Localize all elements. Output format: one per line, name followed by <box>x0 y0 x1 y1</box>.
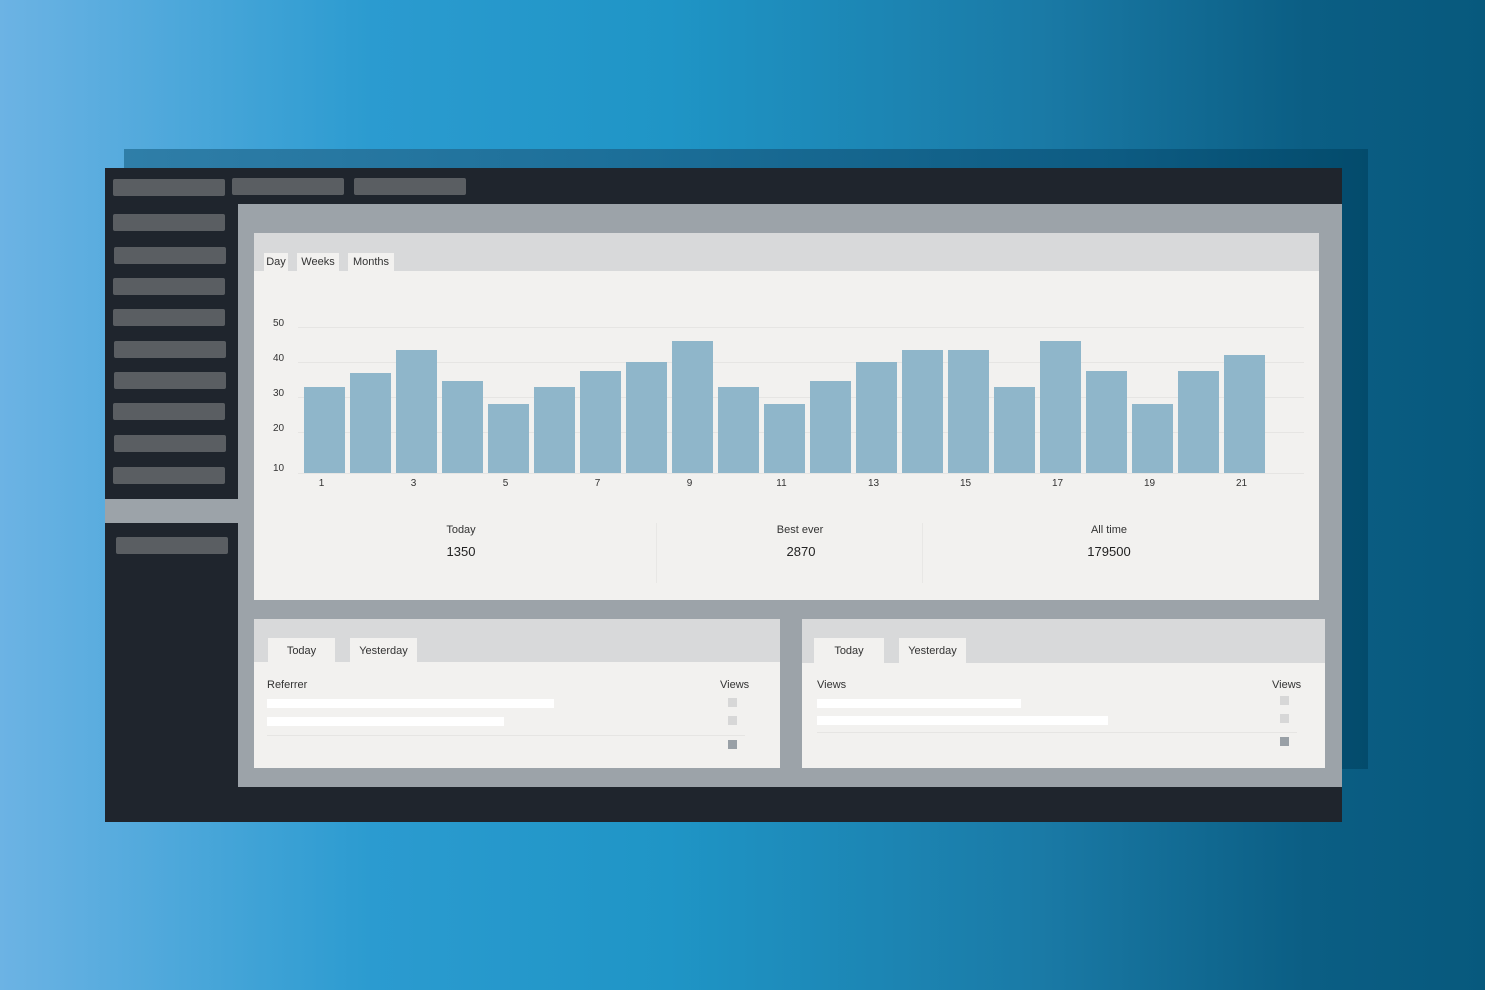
stat-best-label: Best ever <box>776 524 824 536</box>
views-column-header: Views <box>720 679 750 691</box>
x-tick-label: 3 <box>410 478 417 489</box>
x-tick-label: 5 <box>502 478 509 489</box>
main-content: Day Weeks Months 50 40 30 20 10 1 3 5 7 9 11 1… <box>238 204 1342 787</box>
bar-5[interactable] <box>488 404 529 473</box>
views-right-column-header: Views <box>1272 679 1302 691</box>
referrer-row-placeholder[interactable] <box>267 699 554 708</box>
views-value-placeholder <box>728 698 737 707</box>
tab-yesterday[interactable]: Yesterday <box>350 638 417 662</box>
views-value-placeholder <box>1280 714 1289 723</box>
bar-16[interactable] <box>994 386 1035 473</box>
sidebar-item-5[interactable] <box>114 341 226 358</box>
y-tick-label: 40 <box>273 353 285 364</box>
bar-21[interactable] <box>1224 355 1265 473</box>
bar-9[interactable] <box>672 341 713 473</box>
bar-10[interactable] <box>718 386 759 473</box>
bar-6[interactable] <box>534 386 575 473</box>
sidebar-item-2[interactable] <box>114 247 226 264</box>
referrer-card-header: Today Yesterday <box>254 619 780 662</box>
gridline <box>298 473 1304 474</box>
gridline <box>298 327 1304 328</box>
bar-20[interactable] <box>1178 370 1219 473</box>
bar-8[interactable] <box>626 362 667 473</box>
referrer-card: Today Yesterday Referrer Views <box>254 619 780 768</box>
app-window: Day Weeks Months 50 40 30 20 10 1 3 5 7 9 11 1… <box>105 168 1342 822</box>
y-tick-label: 20 <box>273 423 285 434</box>
stat-today-value: 1350 <box>446 544 476 559</box>
tab-today[interactable]: Today <box>268 638 335 662</box>
x-tick-label: 9 <box>686 478 693 489</box>
referrer-column-header: Referrer <box>267 679 308 691</box>
bar-13[interactable] <box>856 362 897 473</box>
y-tick-label: 50 <box>273 318 285 329</box>
bar-14[interactable] <box>902 349 943 473</box>
bar-17[interactable] <box>1040 341 1081 473</box>
bar-12[interactable] <box>810 381 851 473</box>
sidebar-item-8[interactable] <box>114 435 226 452</box>
gridline <box>298 362 1304 363</box>
sidebar-item-10[interactable] <box>116 537 228 554</box>
stat-alltime-label: All time <box>1090 524 1128 536</box>
sidebar-item-6[interactable] <box>114 372 226 389</box>
sidebar-item-3[interactable] <box>113 278 225 295</box>
views-row-placeholder[interactable] <box>817 699 1021 708</box>
stat-today-label: Today <box>446 524 476 536</box>
views-card: Today Yesterday Views Views <box>802 619 1325 768</box>
views-total-placeholder <box>728 740 737 749</box>
x-tick-label: 11 <box>776 478 787 489</box>
bar-11[interactable] <box>764 404 805 473</box>
views-card-header: Today Yesterday <box>802 619 1325 663</box>
chart-card: Day Weeks Months 50 40 30 20 10 1 3 5 7 9 11 1… <box>254 233 1319 600</box>
tab-today[interactable]: Today <box>814 638 884 663</box>
stat-divider <box>922 523 923 583</box>
stat-alltime-value: 179500 <box>1087 544 1131 559</box>
views-row-placeholder[interactable] <box>817 716 1108 725</box>
sidebar-item-7[interactable] <box>113 403 225 420</box>
x-tick-label: 7 <box>594 478 601 489</box>
top-nav-item-3[interactable] <box>354 178 466 195</box>
x-tick-label: 13 <box>867 478 880 489</box>
y-tick-label: 10 <box>273 463 285 474</box>
x-tick-label: 21 <box>1235 478 1248 489</box>
bar-18[interactable] <box>1086 370 1127 473</box>
row-divider <box>817 732 1297 733</box>
x-tick-label: 1 <box>318 478 325 489</box>
sidebar-item-1[interactable] <box>113 214 225 231</box>
bar-15[interactable] <box>948 349 989 473</box>
top-nav-item-1[interactable] <box>113 179 225 196</box>
bar-7[interactable] <box>580 370 621 473</box>
tab-yesterday[interactable]: Yesterday <box>899 638 966 663</box>
x-tick-label: 15 <box>959 478 972 489</box>
bar-19[interactable] <box>1132 404 1173 473</box>
x-tick-label: 17 <box>1051 478 1064 489</box>
stat-divider <box>656 523 657 583</box>
views-left-column-header: Views <box>817 679 847 691</box>
top-nav-item-2[interactable] <box>232 178 344 195</box>
sidebar-item-9[interactable] <box>113 467 225 484</box>
row-divider <box>267 735 745 736</box>
views-value-placeholder <box>1280 696 1289 705</box>
referrer-row-placeholder[interactable] <box>267 717 504 726</box>
stat-best-value: 2870 <box>786 544 816 559</box>
x-tick-label: 19 <box>1143 478 1156 489</box>
y-tick-label: 30 <box>273 388 285 399</box>
bar-chart: 50 40 30 20 10 1 3 5 7 9 11 13 15 17 19 21 <box>254 233 1319 503</box>
views-value-placeholder <box>728 716 737 725</box>
bar-3[interactable] <box>396 349 437 473</box>
views-total-placeholder <box>1280 737 1289 746</box>
sidebar-divider <box>105 499 238 523</box>
bar-4[interactable] <box>442 381 483 473</box>
bar-1[interactable] <box>304 386 345 473</box>
bar-2[interactable] <box>350 372 391 473</box>
sidebar-item-4[interactable] <box>113 309 225 326</box>
